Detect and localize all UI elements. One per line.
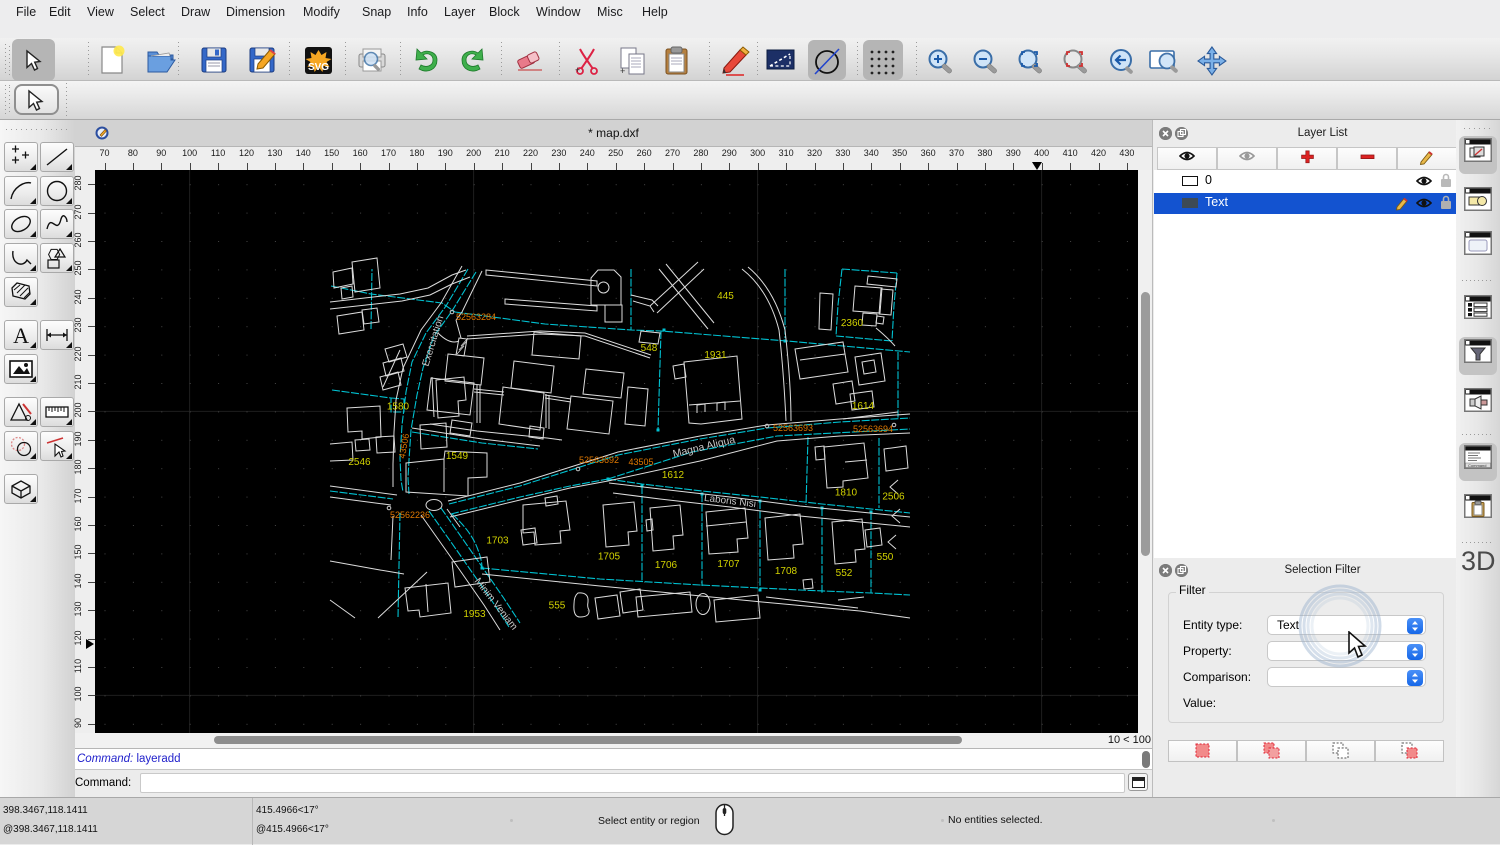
svg-text:548: 548 (641, 343, 658, 354)
svg-text:52563694: 52563694 (853, 424, 893, 434)
svg-text:550: 550 (877, 552, 894, 563)
svg-text:SVG: SVG (308, 62, 329, 73)
svg-text:1931: 1931 (704, 350, 727, 361)
svg-text:A: A (13, 323, 29, 348)
svg-text:1810: 1810 (835, 488, 858, 499)
svg-text:1614: 1614 (852, 401, 875, 412)
svg-text:1707: 1707 (717, 559, 740, 570)
svg-text:52563284: 52563284 (456, 312, 496, 322)
svg-text:1705: 1705 (598, 552, 621, 563)
svg-text:52563693: 52563693 (773, 423, 813, 433)
svg-text:1703: 1703 (486, 536, 509, 547)
svg-text:+: + (620, 66, 625, 76)
svg-text:+: + (575, 65, 580, 75)
svg-text:1612: 1612 (662, 470, 685, 481)
svg-text:1706: 1706 (655, 560, 678, 571)
svg-text:52563692: 52563692 (579, 455, 619, 465)
svg-text:2360: 2360 (841, 318, 864, 329)
svg-text:43505: 43505 (628, 457, 653, 467)
svg-text:52562236: 52562236 (390, 510, 430, 520)
svg-text:552: 552 (836, 568, 853, 579)
svg-text:2546: 2546 (348, 457, 371, 468)
svg-text:1549: 1549 (446, 451, 469, 462)
svg-text:1708: 1708 (775, 566, 798, 577)
svg-text:555: 555 (549, 601, 566, 612)
svg-text:1953: 1953 (463, 609, 486, 620)
svg-text:2506: 2506 (882, 492, 905, 503)
svg-text:Command: Command (1468, 463, 1486, 468)
svg-text:1580: 1580 (387, 402, 410, 413)
svg-text:445: 445 (717, 291, 734, 302)
